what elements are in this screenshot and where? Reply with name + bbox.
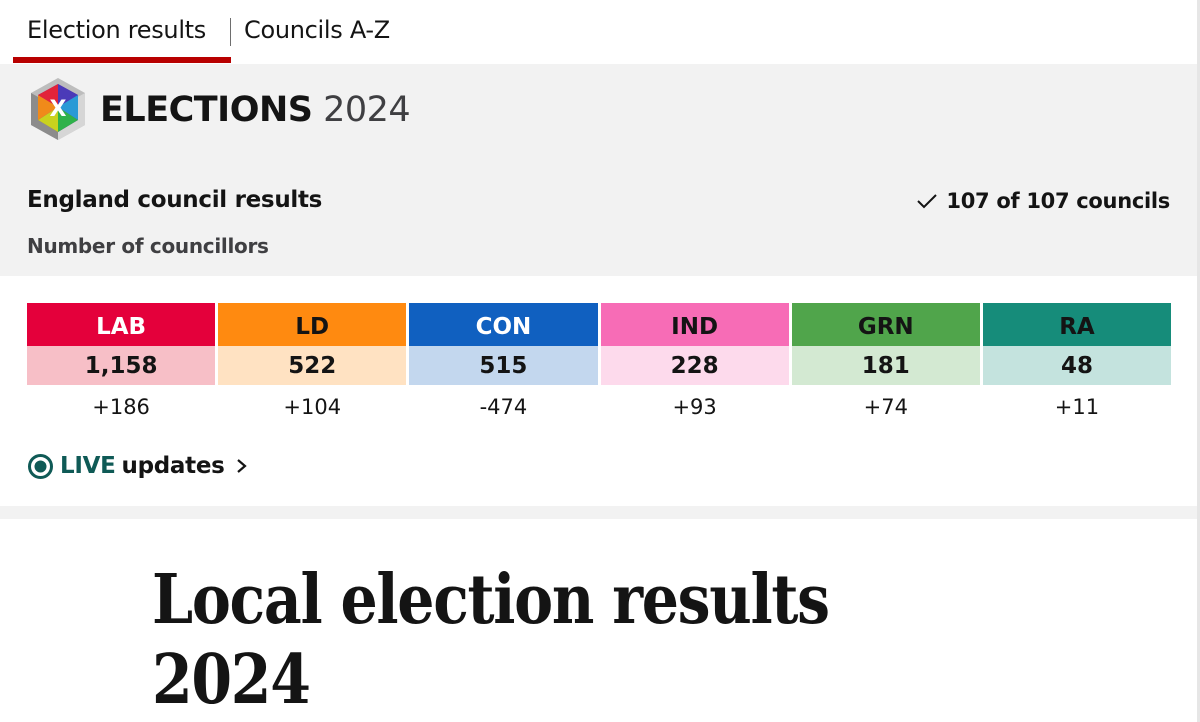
party-abbr: IND xyxy=(600,303,789,346)
party-ra: RA 48 +11 xyxy=(982,303,1172,425)
party-councillors: 522 xyxy=(218,346,407,385)
party-councillors: 1,158 xyxy=(27,346,216,385)
party-abbr: CON xyxy=(409,303,598,346)
headline-line-1: Local election results xyxy=(152,560,830,640)
party-abbr: LD xyxy=(218,303,407,346)
updates-label: updates xyxy=(121,453,225,479)
councils-progress-text: 107 of 107 councils xyxy=(946,189,1170,213)
party-grn: GRN 181 +74 xyxy=(791,303,980,425)
party-abbr: GRN xyxy=(791,303,980,346)
party-ind: IND 228 +93 xyxy=(600,303,789,425)
party-abbr: RA xyxy=(982,303,1172,346)
party-change: +11 xyxy=(1054,395,1100,419)
brand-year: 2024 xyxy=(323,90,411,130)
party-ld: LD 522 +104 xyxy=(218,303,407,425)
party-change: +186 xyxy=(92,395,150,419)
party-councillors: 48 xyxy=(982,346,1172,385)
headline-line-2: 2024 xyxy=(152,640,311,720)
party-councillors: 515 xyxy=(409,346,598,385)
active-tab-indicator xyxy=(13,57,231,63)
check-icon xyxy=(917,194,938,209)
live-label: LIVE xyxy=(60,453,116,479)
results-subtitle: Number of councillors xyxy=(27,234,269,258)
results-title: England council results xyxy=(27,187,323,213)
results-panel: X ELECTIONS 2024 England council results… xyxy=(0,64,1197,276)
party-councillors: 228 xyxy=(600,346,789,385)
party-change: -474 xyxy=(479,395,528,419)
section-divider xyxy=(0,506,1197,519)
party-lab: LAB 1,158 +186 xyxy=(27,303,216,425)
councils-progress: 107 of 107 councils xyxy=(916,186,1170,216)
party-change: +93 xyxy=(672,395,717,419)
party-abbr: LAB xyxy=(27,303,216,346)
tab-councils-a-z[interactable]: Councils A-Z xyxy=(244,14,390,46)
page-headline: Local election results 2024 xyxy=(152,560,926,720)
chevron-right-icon xyxy=(236,459,247,473)
live-radio-icon xyxy=(28,453,53,479)
ballot-cross-cube-icon: X xyxy=(28,76,88,142)
party-change: +104 xyxy=(283,395,342,419)
elections-brand: ELECTIONS 2024 xyxy=(100,88,411,132)
party-change: +74 xyxy=(863,395,908,419)
svg-text:X: X xyxy=(50,97,67,122)
party-scoreboard: LAB 1,158 +186 LD 522 +104 CON 515 -474 … xyxy=(27,303,1172,425)
party-con: CON 515 -474 xyxy=(409,303,598,425)
live-updates-link[interactable]: LIVE updates xyxy=(27,450,249,482)
nav-separator xyxy=(230,18,231,46)
brand-title: ELECTIONS xyxy=(100,90,313,130)
tab-election-results[interactable]: Election results xyxy=(27,14,206,46)
party-councillors: 181 xyxy=(791,346,980,385)
top-nav: Election results Councils A-Z xyxy=(0,0,1197,64)
